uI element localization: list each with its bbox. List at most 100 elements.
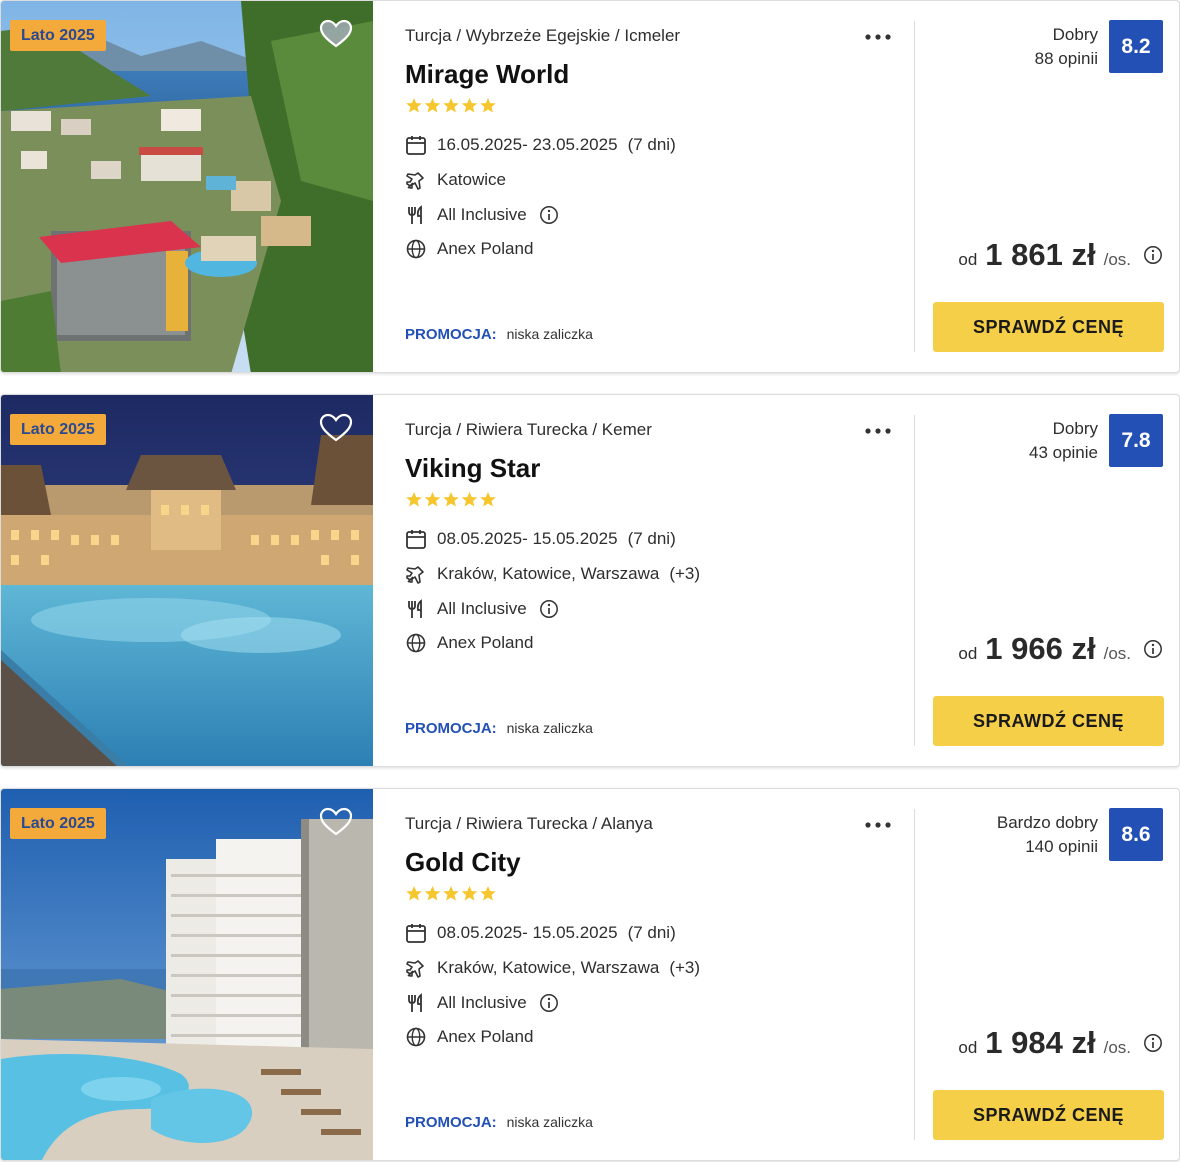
trip-duration: (7 dni) bbox=[627, 923, 676, 942]
fork-knife-icon bbox=[408, 205, 422, 224]
price-amount: 1 984 zł bbox=[985, 1025, 1096, 1060]
reviews-count[interactable]: 43 opinie bbox=[1029, 441, 1098, 465]
heart-icon[interactable] bbox=[319, 19, 353, 49]
travel-dates: 16.05.2025- 23.05.2025 bbox=[437, 135, 618, 154]
hotel-stars bbox=[405, 491, 497, 509]
check-price-button[interactable]: SPRAWDŹ CENĘ bbox=[933, 302, 1164, 352]
calendar-icon bbox=[406, 136, 426, 155]
globe-icon bbox=[406, 1027, 426, 1047]
dates-row: 08.05.2025- 15.05.2025 (7 dni) bbox=[405, 527, 676, 551]
board-row: All Inclusive bbox=[405, 597, 559, 621]
dates-row: 16.05.2025- 23.05.2025 (7 dni) bbox=[405, 133, 676, 157]
reviews-count[interactable]: 88 opinii bbox=[1035, 47, 1098, 71]
hotel-photo[interactable]: Lato 2025 bbox=[1, 1, 373, 372]
offer-info: Turcja / Riwiera Turecka / Alanya Gold C… bbox=[405, 789, 905, 1160]
globe-icon bbox=[406, 239, 426, 259]
price-prefix: od bbox=[958, 1038, 978, 1057]
heart-icon[interactable] bbox=[319, 413, 353, 443]
hotel-name[interactable]: Viking Star bbox=[405, 453, 540, 484]
price-prefix: od bbox=[958, 644, 978, 663]
departure-row: Kraków, Katowice, Warszawa (+3) bbox=[405, 562, 700, 586]
info-icon[interactable] bbox=[1143, 245, 1163, 265]
star-icon bbox=[406, 98, 422, 113]
travel-dates: 08.05.2025- 15.05.2025 bbox=[437, 529, 618, 548]
board-type: All Inclusive bbox=[437, 205, 527, 224]
divider bbox=[914, 21, 915, 352]
price-unit: /os. bbox=[1103, 250, 1131, 269]
board-row: All Inclusive bbox=[405, 991, 559, 1015]
more-dots-icon[interactable] bbox=[863, 28, 893, 46]
reviews-count[interactable]: 140 opinii bbox=[997, 835, 1098, 859]
heart-icon[interactable] bbox=[319, 807, 353, 837]
rating-summary: Dobry 43 opinie bbox=[1029, 417, 1098, 465]
departure-row: Kraków, Katowice, Warszawa (+3) bbox=[405, 956, 700, 980]
info-icon[interactable] bbox=[539, 993, 559, 1013]
plane-icon bbox=[406, 566, 424, 584]
location-breadcrumb[interactable]: Turcja / Riwiera Turecka / Kemer bbox=[405, 420, 652, 440]
promo-label: PROMOCJA: bbox=[405, 326, 497, 343]
plane-icon bbox=[406, 172, 424, 190]
promo-label: PROMOCJA: bbox=[405, 1114, 497, 1131]
location-breadcrumb[interactable]: Turcja / Riwiera Turecka / Alanya bbox=[405, 814, 653, 834]
star-icon bbox=[461, 886, 478, 901]
departure-cities: Kraków, Katowice, Warszawa bbox=[437, 564, 660, 583]
rating-score: 7.8 bbox=[1109, 414, 1163, 467]
rating-label: Dobry bbox=[1052, 25, 1098, 44]
star-icon bbox=[461, 492, 478, 507]
price: od 1 966 zł /os. bbox=[958, 631, 1163, 667]
location-breadcrumb[interactable]: Turcja / Wybrzeże Egejskie / Icmeler bbox=[405, 26, 680, 46]
night-pool-image bbox=[1, 395, 373, 766]
rating-score: 8.6 bbox=[1109, 808, 1163, 861]
rating-label: Bardzo dobry bbox=[996, 813, 1098, 832]
star-icon bbox=[443, 98, 459, 113]
more-dots-icon[interactable] bbox=[863, 422, 893, 440]
star-icon bbox=[461, 98, 478, 113]
offer-list: Lato 2025 Turcja / Wybrzeże Egejskie / I… bbox=[0, 0, 1180, 1162]
divider bbox=[914, 809, 915, 1140]
price-unit: /os. bbox=[1103, 1038, 1131, 1057]
star-icon bbox=[480, 492, 496, 507]
trip-duration: (7 dni) bbox=[627, 135, 676, 154]
price-amount: 1 861 zł bbox=[985, 237, 1096, 272]
more-dots-icon[interactable] bbox=[863, 816, 893, 834]
tour-operator: Anex Poland bbox=[437, 239, 534, 258]
operator-row: Anex Poland bbox=[405, 237, 533, 261]
board-type: All Inclusive bbox=[437, 993, 527, 1012]
operator-row: Anex Poland bbox=[405, 1025, 533, 1049]
hotel-photo[interactable]: Lato 2025 bbox=[1, 789, 373, 1160]
departure-cities: Katowice bbox=[437, 170, 506, 189]
promo-label: PROMOCJA: bbox=[405, 720, 497, 737]
price-amount: 1 966 zł bbox=[985, 631, 1096, 666]
check-price-button[interactable]: SPRAWDŹ CENĘ bbox=[933, 1090, 1164, 1140]
tour-operator: Anex Poland bbox=[437, 633, 534, 652]
promo-text: niska zaliczka bbox=[506, 1114, 593, 1130]
divider bbox=[914, 415, 915, 746]
info-icon[interactable] bbox=[1143, 639, 1163, 659]
offer-info: Turcja / Wybrzeże Egejskie / Icmeler Mir… bbox=[405, 1, 905, 372]
hotel-name[interactable]: Mirage World bbox=[405, 59, 569, 90]
tour-operator: Anex Poland bbox=[437, 1027, 534, 1046]
rating-summary: Dobry 88 opinii bbox=[1035, 23, 1098, 71]
hotel-photo[interactable]: Lato 2025 bbox=[1, 395, 373, 766]
departure-row: Katowice bbox=[405, 168, 506, 192]
hotel-name[interactable]: Gold City bbox=[405, 847, 521, 878]
price: od 1 984 zł /os. bbox=[958, 1025, 1163, 1061]
offer-card: Lato 2025 Turcja / Riwiera Turecka / Ala… bbox=[0, 788, 1180, 1161]
check-price-button[interactable]: SPRAWDŹ CENĘ bbox=[933, 696, 1164, 746]
board-type: All Inclusive bbox=[437, 599, 527, 618]
info-icon[interactable] bbox=[539, 205, 559, 225]
globe-icon bbox=[406, 633, 426, 653]
price-unit: /os. bbox=[1103, 644, 1131, 663]
promo-text: niska zaliczka bbox=[506, 326, 593, 342]
info-icon[interactable] bbox=[1143, 1033, 1163, 1053]
departure-more[interactable]: (+3) bbox=[669, 564, 700, 584]
trip-duration: (7 dni) bbox=[627, 529, 676, 548]
fork-knife-icon bbox=[408, 599, 422, 618]
info-icon[interactable] bbox=[539, 599, 559, 619]
promo: PROMOCJA: niska zaliczka bbox=[405, 1114, 593, 1131]
star-icon bbox=[406, 492, 422, 507]
star-icon bbox=[443, 886, 459, 901]
departure-more[interactable]: (+3) bbox=[669, 958, 700, 978]
rating-summary: Bardzo dobry 140 opinii bbox=[997, 811, 1098, 859]
promo-text: niska zaliczka bbox=[506, 720, 593, 736]
